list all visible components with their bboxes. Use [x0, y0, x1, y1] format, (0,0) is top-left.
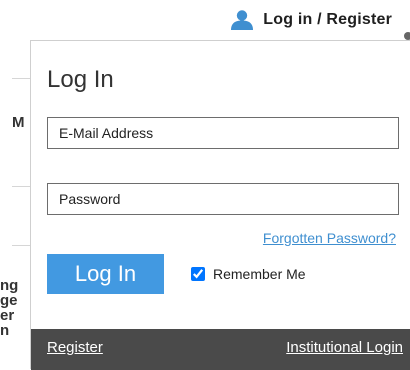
register-link[interactable]: Register	[47, 339, 103, 356]
forgot-password-link[interactable]: Forgotten Password?	[263, 230, 396, 246]
background-letter-m: M	[12, 114, 25, 131]
remember-me-checkbox[interactable]	[191, 267, 205, 281]
user-icon	[229, 9, 255, 31]
background-page-fragments: M ng ge er n	[0, 40, 30, 369]
email-field[interactable]	[47, 117, 399, 149]
institutional-login-link[interactable]: Institutional Login	[286, 339, 403, 356]
background-divider	[12, 186, 30, 187]
login-panel-footer: Register Institutional Login	[31, 329, 410, 370]
remember-me-label: Remember Me	[213, 266, 306, 282]
login-button[interactable]: Log In	[47, 254, 164, 294]
background-divider	[12, 245, 30, 246]
background-divider	[12, 78, 30, 79]
login-register-link[interactable]: Log in / Register	[229, 8, 392, 32]
login-panel-title: Log In	[47, 66, 114, 93]
login-register-label: Log in / Register	[263, 11, 392, 28]
remember-me-option[interactable]: Remember Me	[191, 266, 306, 282]
page-edge-marker	[404, 32, 410, 40]
login-dropdown-panel: Log In Forgotten Password? Log In Rememb…	[30, 40, 410, 370]
top-navigation: Log in / Register	[0, 0, 410, 40]
password-field[interactable]	[47, 183, 399, 215]
background-text-fragment: n	[0, 322, 10, 339]
